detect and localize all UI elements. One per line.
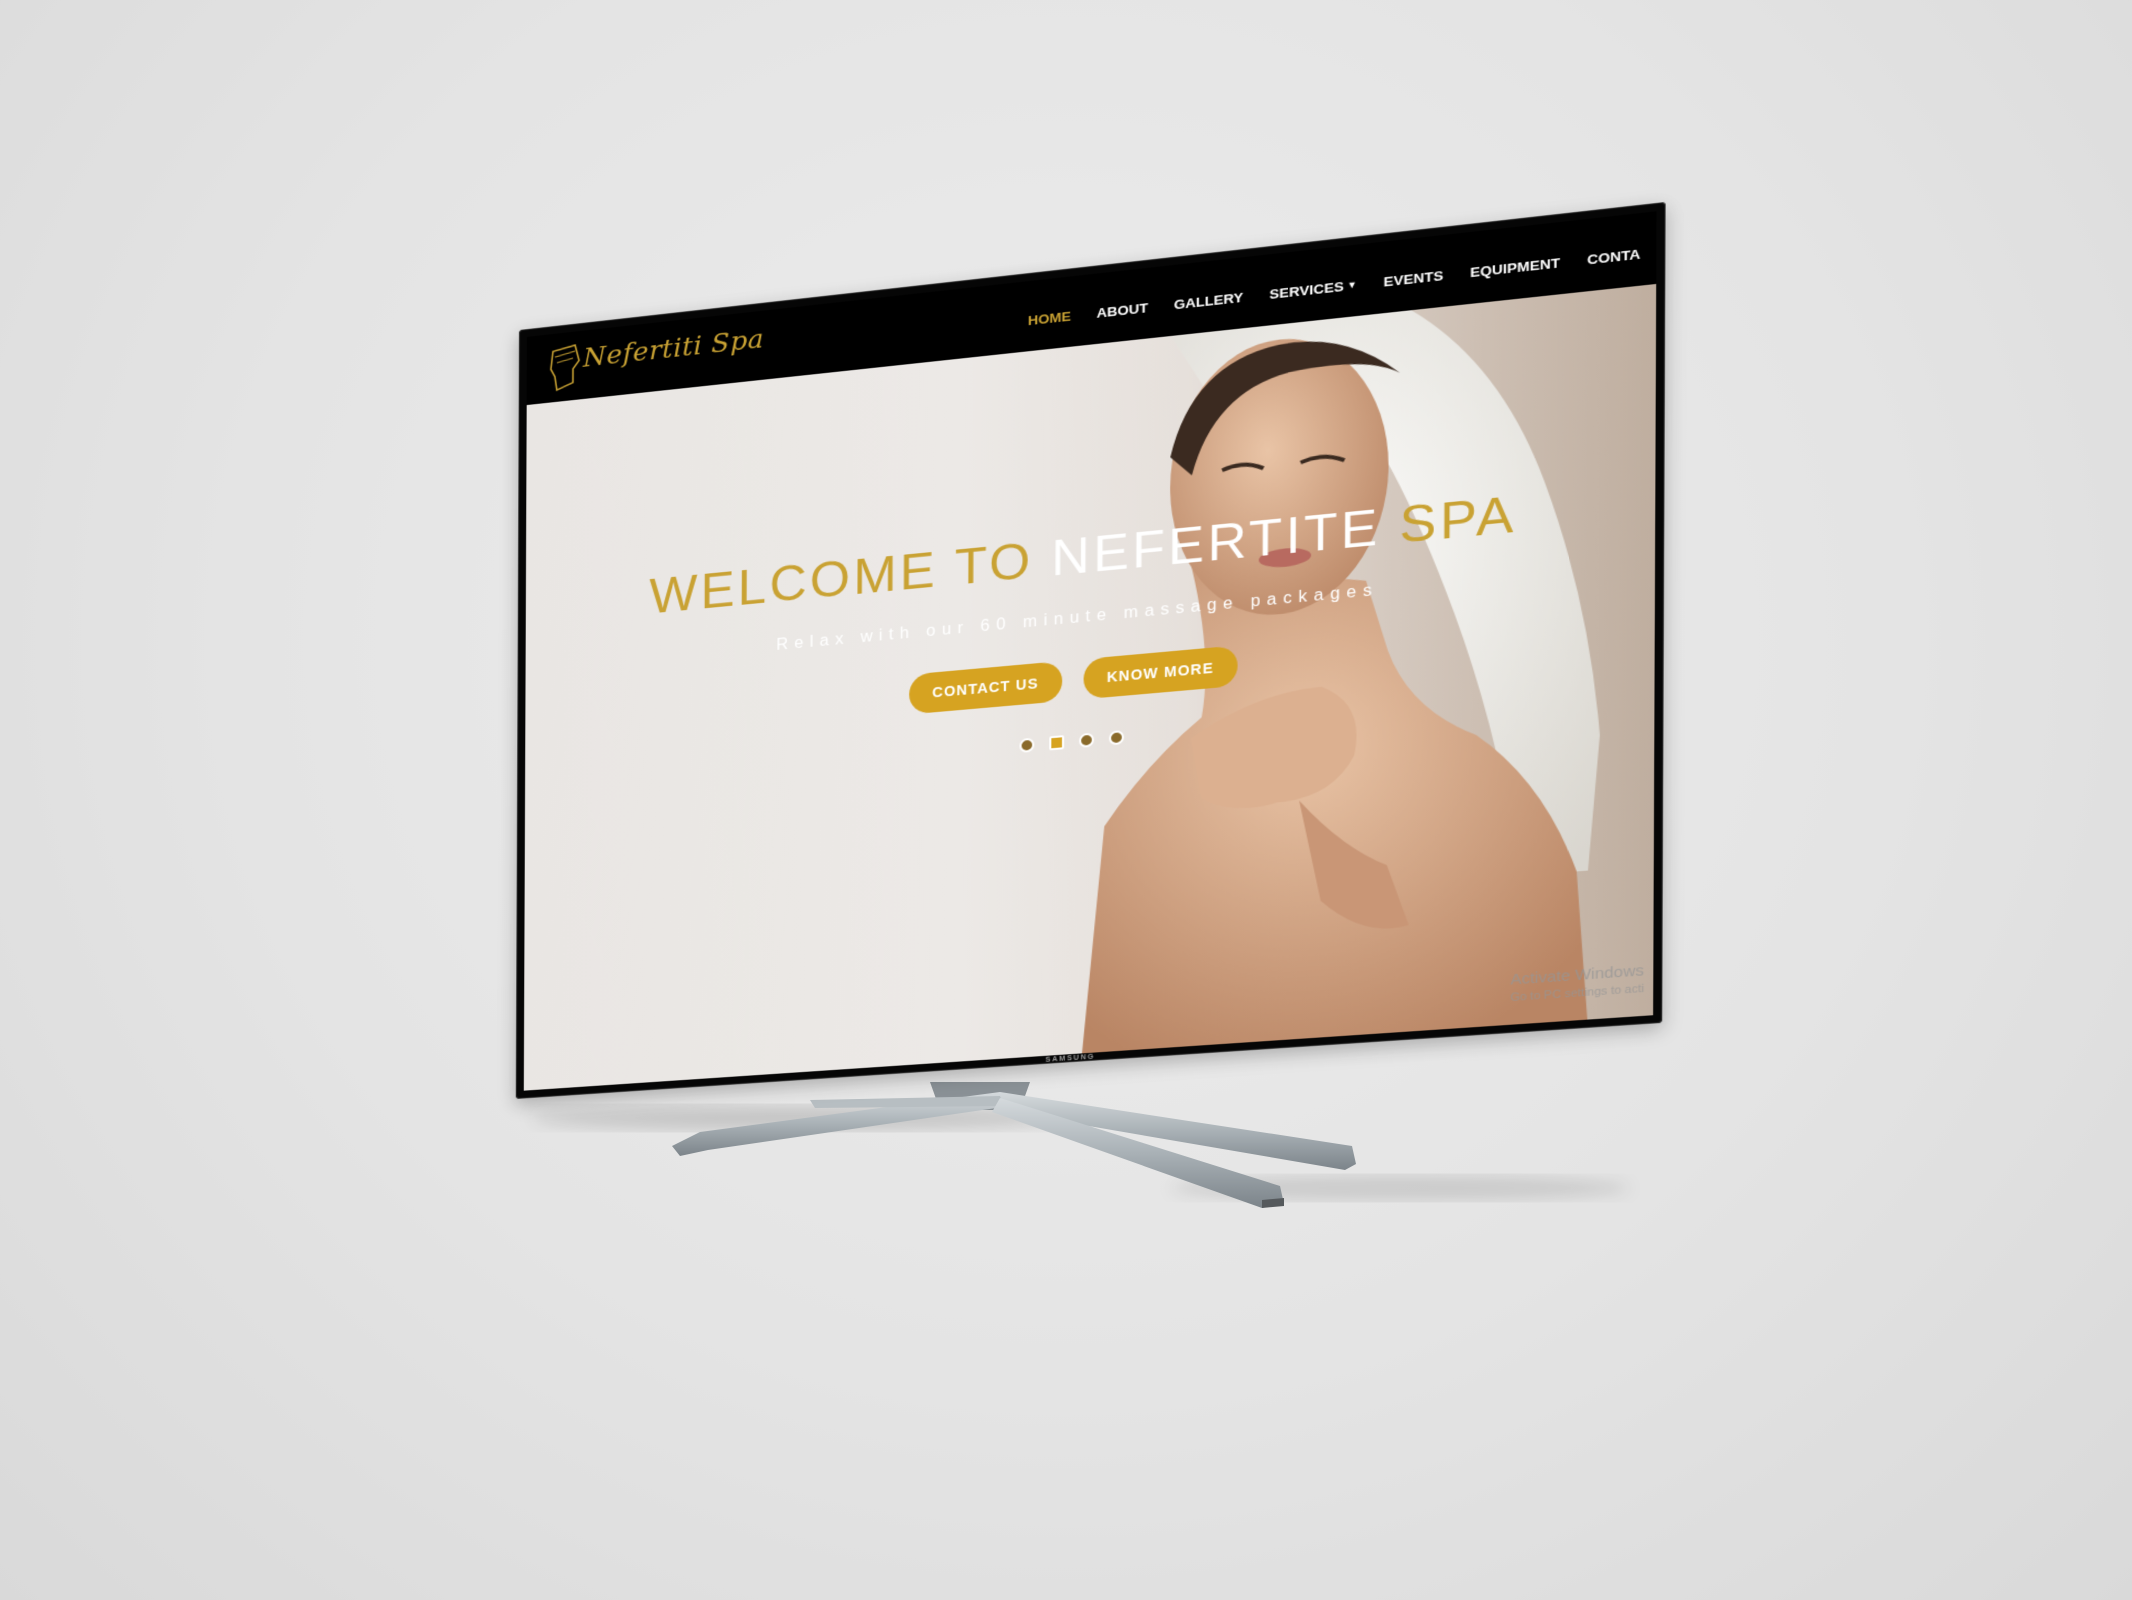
slider-dot-3[interactable] — [1079, 732, 1095, 748]
hero-slider: WELCOME TO NEFERTITE SPA Relax with our … — [523, 283, 1657, 1091]
nav-events[interactable]: EVENTS — [1383, 268, 1443, 290]
nav-gallery[interactable]: GALLERY — [1174, 290, 1243, 313]
tv-bezel: Nefertiti Spa HOME ABOUT GALLERY SERVICE… — [515, 201, 1666, 1099]
tv-screen: Nefertiti Spa HOME ABOUT GALLERY SERVICE… — [523, 211, 1657, 1091]
hero-title-part3: SPA — [1380, 485, 1517, 556]
caret-down-icon: ▼ — [1347, 279, 1358, 291]
slider-dot-1[interactable] — [1019, 737, 1035, 753]
stand-leg-back — [810, 1096, 1004, 1108]
nefertiti-bust-icon — [545, 338, 585, 395]
nav-about[interactable]: ABOUT — [1097, 300, 1149, 321]
tv-monitor: Nefertiti Spa HOME ABOUT GALLERY SERVICE… — [515, 201, 1666, 1099]
slider-dot-2[interactable] — [1049, 735, 1065, 751]
nav-services-label: SERVICES — [1269, 278, 1344, 303]
nav-services[interactable]: SERVICES ▼ — [1269, 277, 1357, 302]
nav-home[interactable]: HOME — [1028, 309, 1071, 329]
logo-text: Nefertiti Spa — [583, 324, 765, 374]
slider-dot-4[interactable] — [1108, 730, 1125, 746]
nav-equipment[interactable]: EQUIPMENT — [1470, 255, 1560, 280]
nav-contact[interactable]: CONTA — [1587, 246, 1640, 267]
site-logo[interactable]: Nefertiti Spa — [545, 321, 764, 395]
